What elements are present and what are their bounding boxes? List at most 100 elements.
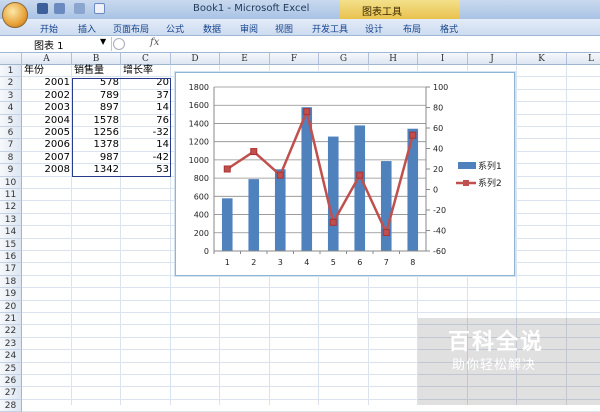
redo-icon[interactable]: [74, 3, 85, 14]
bar: [248, 179, 260, 251]
legend-bar-swatch: [458, 162, 476, 169]
save-icon[interactable]: [37, 3, 48, 14]
tab-layout[interactable]: 布局: [403, 22, 421, 35]
column-header-J[interactable]: J: [468, 53, 517, 65]
tab-review[interactable]: 审阅: [240, 22, 258, 35]
y-left-tick-label: 200: [194, 229, 209, 238]
tab-view[interactable]: 视图: [275, 22, 293, 35]
tab-home[interactable]: 开始: [40, 22, 58, 35]
row-header-3[interactable]: 3: [0, 89, 22, 103]
chart-data-range-selection: [72, 78, 171, 177]
tab-formulas[interactable]: 公式: [166, 22, 184, 35]
column-header-B[interactable]: B: [72, 53, 121, 65]
column-header-G[interactable]: G: [319, 53, 369, 65]
row-header-6[interactable]: 6: [0, 127, 22, 140]
column-header-D[interactable]: D: [171, 53, 220, 65]
legend-label-series1: 系列1: [478, 160, 502, 172]
x-tick-label: 5: [331, 258, 336, 267]
bar: [327, 136, 339, 251]
table-cell[interactable]: 2003: [22, 102, 72, 114]
row-header-5[interactable]: 5: [0, 114, 22, 127]
tab-design[interactable]: 设计: [365, 22, 383, 35]
table-cell[interactable]: 2002: [22, 90, 72, 102]
row-header-10[interactable]: 10: [0, 176, 22, 189]
column-header-C[interactable]: C: [121, 53, 171, 65]
row-header-1[interactable]: 1: [0, 65, 22, 78]
column-header-I[interactable]: I: [418, 53, 468, 65]
line-marker: [250, 148, 258, 156]
row-header-4[interactable]: 4: [0, 102, 22, 115]
row-header-26[interactable]: 26: [0, 375, 22, 388]
table-cell[interactable]: 2005: [22, 127, 72, 139]
row-header-27[interactable]: 27: [0, 387, 22, 400]
undo-icon[interactable]: [54, 3, 65, 14]
column-header-F[interactable]: F: [270, 53, 319, 65]
formula-cancel-icon[interactable]: [113, 38, 125, 50]
row-header-25[interactable]: 25: [0, 362, 22, 375]
row-header-9[interactable]: 9: [0, 164, 22, 177]
row-header-19[interactable]: 19: [0, 288, 22, 301]
column-header-E[interactable]: E: [220, 53, 270, 65]
row-header-24[interactable]: 24: [0, 350, 22, 363]
column-header-H[interactable]: H: [369, 53, 418, 65]
chart[interactable]: 0 200 400 600 800 1000 1200 1400 1600 1800 -60 -40-…: [175, 72, 515, 276]
new-document-icon[interactable]: [94, 3, 105, 14]
row-header-8[interactable]: 8: [0, 151, 22, 165]
y-right-tick-label: 60: [433, 124, 443, 133]
table-cell[interactable]: 2007: [22, 152, 72, 164]
row-header-12[interactable]: 12: [0, 201, 22, 214]
chart-canvas: 020040060080010001200140016001800-60-40-…: [189, 83, 502, 267]
tab-developer[interactable]: 开发工具: [312, 22, 348, 35]
x-tick-label: 7: [384, 258, 389, 267]
line-marker: [382, 229, 390, 237]
select-all-corner[interactable]: [0, 53, 22, 65]
line-marker: [409, 131, 417, 139]
column-header-K[interactable]: K: [517, 53, 567, 65]
row-header-18[interactable]: 18: [0, 275, 22, 289]
row-header-13[interactable]: 13: [0, 213, 22, 227]
table-cell[interactable]: 2008: [22, 164, 72, 176]
tab-data[interactable]: 数据: [203, 22, 221, 35]
row-header-28[interactable]: 28: [0, 399, 22, 412]
line-marker: [276, 171, 284, 179]
office-button[interactable]: [2, 2, 28, 28]
name-box[interactable]: 图表 1: [0, 37, 112, 52]
row-gridline: [22, 287, 600, 289]
row-header-22[interactable]: 22: [0, 325, 22, 338]
tab-page-layout[interactable]: 页面布局: [113, 22, 149, 35]
bar: [354, 125, 366, 251]
header-cell[interactable]: 年份: [22, 65, 46, 77]
header-cell[interactable]: 增长率: [121, 65, 155, 77]
row-header-16[interactable]: 16: [0, 251, 22, 264]
row-header-11[interactable]: 11: [0, 189, 22, 202]
row-header-21[interactable]: 21: [0, 313, 22, 326]
header-cell[interactable]: 销售量: [72, 65, 106, 77]
ribbon-tabs: 开始 插入 页面布局 公式 数据 审阅 视图 开发工具 设计 布局 格式: [0, 19, 600, 36]
row-header-23[interactable]: 23: [0, 337, 22, 351]
chevron-down-icon[interactable]: ▼: [100, 37, 106, 46]
row-header-15[interactable]: 15: [0, 238, 22, 251]
row-header-7[interactable]: 7: [0, 139, 22, 152]
insert-function-button[interactable]: fx: [150, 37, 159, 48]
table-cell[interactable]: 2004: [22, 115, 72, 127]
row-header-17[interactable]: 17: [0, 263, 22, 276]
y-left-tick-label: 1600: [189, 101, 209, 110]
legend-label-series2: 系列2: [478, 177, 502, 189]
tab-format[interactable]: 格式: [440, 22, 458, 35]
window-title: Book1 - Microsoft Excel: [193, 3, 310, 14]
row-header-20[interactable]: 20: [0, 300, 22, 313]
row-header-14[interactable]: 14: [0, 226, 22, 239]
x-tick-label: 4: [304, 258, 309, 267]
row-header-2[interactable]: 2: [0, 77, 22, 90]
table-cell[interactable]: 2006: [22, 139, 72, 151]
column-header-A[interactable]: A: [22, 53, 72, 65]
watermark-subtitle: 助你轻松解决: [452, 358, 537, 373]
tab-insert[interactable]: 插入: [78, 22, 96, 35]
x-tick-label: 1: [225, 258, 230, 267]
column-header-L[interactable]: L: [567, 53, 600, 65]
table-cell[interactable]: 2001: [22, 77, 72, 89]
line-marker: [329, 218, 337, 226]
y-right-tick-label: 0: [433, 186, 438, 195]
y-right-tick-label: 100: [433, 83, 448, 92]
line-marker: [356, 171, 364, 179]
